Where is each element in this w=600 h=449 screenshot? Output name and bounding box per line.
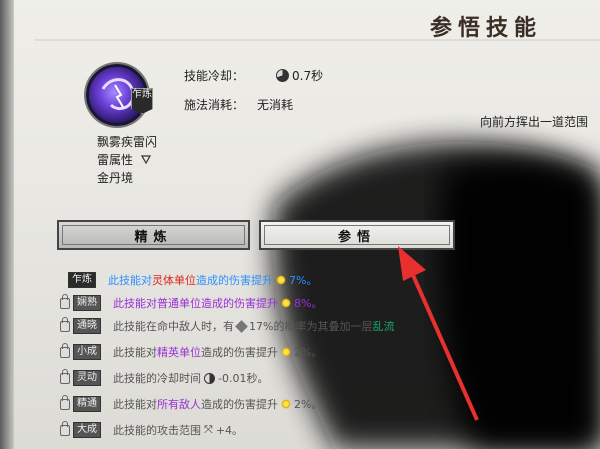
window-frame-left <box>0 0 14 449</box>
skill-insight-panel: 参悟技能 乍炼 飘雾疾雷闪 雷属性 金丹境 技能冷却： 0.7秒 施法消耗： 无… <box>14 0 600 449</box>
red-annotation-arrow <box>398 246 479 421</box>
